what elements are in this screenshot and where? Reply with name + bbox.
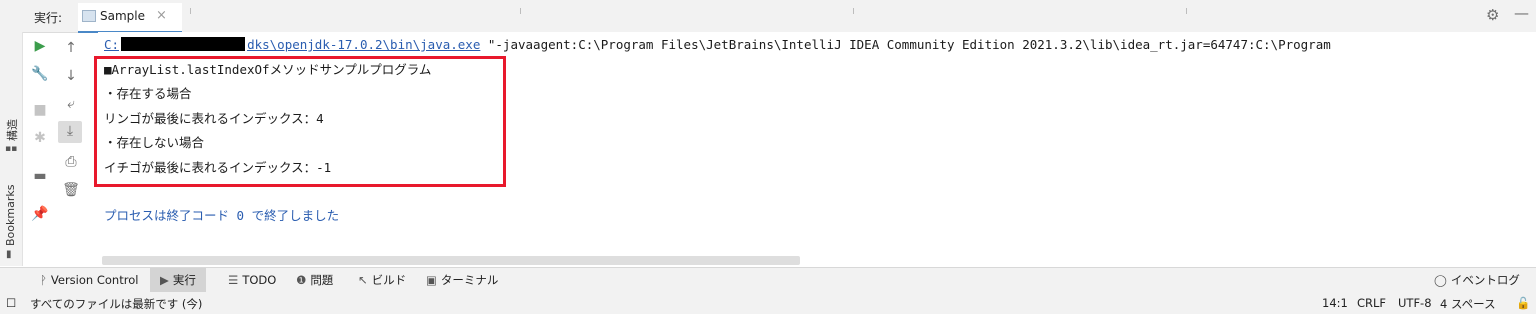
tab-problems[interactable]: ❶ 問題 — [290, 268, 339, 292]
tab-label: TODO — [242, 273, 277, 287]
play-icon: ▶ — [160, 273, 169, 287]
redacted-path — [119, 35, 248, 53]
up-arrow-icon[interactable]: ↑ — [61, 38, 81, 58]
console-icon — [82, 10, 96, 22]
debug-icon[interactable]: ✱ — [30, 128, 50, 148]
tab-todo[interactable]: ☰ TODO — [222, 268, 282, 292]
trash-icon[interactable]: 🗑 — [61, 180, 81, 200]
rerun-icon[interactable]: ▶ — [30, 36, 50, 56]
command-line: C: dks\openjdk-17.0.2\bin\java.exe "-java… — [104, 35, 1331, 53]
java-path-rest: dks\openjdk-17.0.2\bin\java.exe — [247, 37, 481, 52]
tab-label: Version Control — [50, 273, 139, 287]
tab-run[interactable]: ▶ 実行 — [150, 268, 206, 292]
tab-label: 問題 — [310, 273, 334, 287]
event-log-icon: ◯ — [1434, 273, 1447, 287]
command-args: "-javaagent:C:\Program Files\JetBrains\I… — [480, 37, 1331, 52]
bookmark-icon: ▮ — [6, 249, 12, 260]
run-tool-header: 実行: Sample × ⚙ — — [0, 0, 1536, 33]
run-tab-label: Sample — [100, 9, 145, 23]
tool-window-bar: ᚹ Version Control ▶ 実行 ☰ TODO ❶ 問題 ↖ ビルド ▣ ターミ… — [0, 267, 1536, 293]
file-encoding[interactable]: UTF-8 — [1398, 296, 1432, 310]
tab-label: ビルド — [371, 273, 407, 287]
divider — [190, 8, 191, 14]
pin-icon[interactable]: 📌 — [30, 204, 50, 224]
close-icon[interactable]: × — [156, 8, 167, 23]
list-icon: ☰ — [228, 273, 239, 287]
bookmarks-tab[interactable]: Bookmarks — [4, 185, 17, 246]
layout-icon[interactable]: ▬ — [30, 166, 50, 186]
gear-icon[interactable]: ⚙ — [1486, 6, 1499, 24]
java-path-link[interactable]: C: dks\openjdk-17.0.2\bin\java.exe — [104, 35, 481, 53]
status-bar: ☐ すべてのファイルは最新です (今) 14:1 CRLF UTF-8 4 スペ… — [0, 292, 1536, 314]
run-tab-sample[interactable]: Sample × — [78, 3, 182, 33]
tab-label: ターミナル — [440, 273, 499, 287]
tab-build[interactable]: ↖ ビルド — [352, 268, 412, 292]
tab-event-log[interactable]: ◯ イベントログ — [1430, 268, 1524, 292]
status-message: すべてのファイルは最新です (今) — [30, 297, 203, 311]
divider — [520, 8, 521, 14]
soft-wrap-icon[interactable]: ⤶ — [61, 94, 81, 114]
line-separator[interactable]: CRLF — [1357, 296, 1386, 310]
divider — [1186, 8, 1187, 14]
divider — [853, 8, 854, 14]
exit-message: プロセスは終了コード 0 で終了しました — [104, 208, 340, 223]
tab-version-control[interactable]: ᚹ Version Control — [34, 268, 144, 292]
edit-config-icon[interactable]: 🔧 — [30, 64, 50, 84]
structure-tab[interactable]: 構造 — [4, 119, 20, 141]
tab-label: イベントログ — [1450, 273, 1520, 287]
scroll-to-end-icon[interactable]: ⤓ — [58, 121, 82, 143]
stop-icon[interactable]: ■ — [30, 100, 50, 120]
lock-icon[interactable]: 🔓 — [1516, 296, 1530, 310]
structure-icon: ▪▪ — [5, 144, 18, 154]
horizontal-scrollbar[interactable] — [102, 256, 800, 265]
warning-icon: ❶ — [296, 273, 307, 287]
java-path-prefix: C: — [104, 37, 120, 52]
indent-setting[interactable]: 4 スペース — [1440, 296, 1496, 312]
tab-terminal[interactable]: ▣ ターミナル — [420, 268, 504, 292]
terminal-icon: ▣ — [426, 273, 437, 287]
highlight-box — [94, 56, 506, 187]
down-arrow-icon[interactable]: ↓ — [61, 66, 81, 86]
status-toggle-icon[interactable]: ☐ — [6, 296, 16, 310]
hammer-icon: ↖ — [358, 273, 368, 287]
tab-label: 実行 — [172, 273, 196, 287]
branch-icon: ᚹ — [40, 273, 47, 287]
side-tool-strip: ▪▪ 構造 Bookmarks ▮ — [0, 32, 23, 266]
print-icon[interactable]: ⎙ — [61, 152, 81, 172]
caret-position[interactable]: 14:1 — [1322, 296, 1348, 310]
run-label: 実行: — [34, 11, 63, 25]
minimize-icon[interactable]: — — [1514, 4, 1529, 22]
